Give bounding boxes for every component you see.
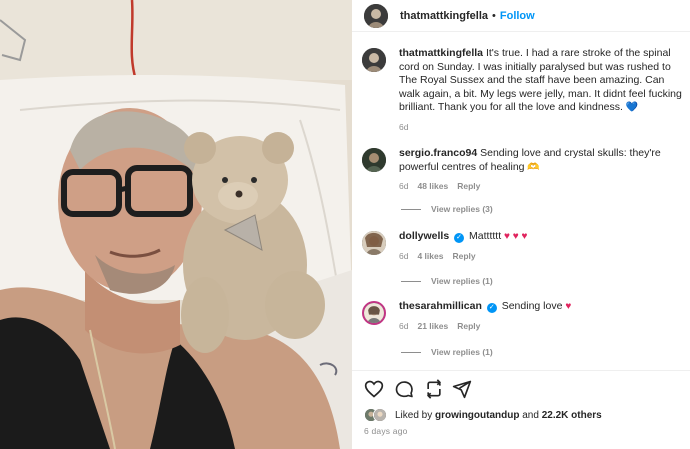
caption-author-avatar[interactable]: [362, 48, 386, 72]
view-replies-label: View replies (1): [431, 276, 493, 286]
comment-age: 6d: [399, 250, 409, 261]
comment-age: 6d: [399, 320, 409, 331]
separator-dot: •: [492, 9, 496, 22]
heart-hands-icon: 🫶: [527, 161, 540, 173]
comment-item: dollywells ✓ Matttttt ♥ ♥ ♥ 6d 4 likes R…: [362, 230, 682, 263]
caption: thatmattkingfella It's true. I had a rar…: [362, 47, 682, 134]
post-detail-panel: thatmattkingfella • Follow thatmattkingf…: [352, 0, 690, 449]
likes-summary: Liked by growingoutandup and 22.2K other…: [364, 408, 602, 422]
heart-icon[interactable]: [364, 379, 384, 399]
comment-likes[interactable]: 48 likes: [417, 180, 448, 194]
view-replies-label: View replies (3): [431, 204, 493, 214]
send-icon[interactable]: [452, 379, 472, 399]
heart-emoji-icon: ♥: [565, 301, 572, 312]
commenter-avatar[interactable]: [362, 301, 386, 325]
divider: [401, 280, 421, 282]
verified-badge-icon: ✓: [486, 303, 497, 313]
divider: [401, 351, 421, 353]
post-header: thatmattkingfella • Follow: [352, 0, 690, 32]
liked-by-conj: and: [522, 409, 539, 421]
comment-item: thesarahmillican ✓ Sending love ♥ 6d 21 …: [362, 300, 682, 333]
comment-icon[interactable]: [394, 379, 414, 399]
comment-item: sergio.franco94 Sending love and crystal…: [362, 147, 682, 194]
reply-button[interactable]: Reply: [457, 320, 480, 334]
comment-text: Sending love: [501, 300, 563, 312]
commenter-avatar[interactable]: [362, 231, 386, 255]
liked-by-others[interactable]: 22.2K others: [542, 410, 602, 421]
view-replies-label: View replies (1): [431, 347, 493, 357]
caption-age: 6d: [399, 121, 409, 132]
post-photo[interactable]: [0, 0, 352, 449]
reply-button[interactable]: Reply: [452, 250, 475, 264]
divider: [401, 208, 421, 210]
action-bar: [352, 370, 690, 405]
caption-username[interactable]: thatmattkingfella: [399, 47, 483, 59]
liker-avatar[interactable]: [373, 408, 387, 422]
comment-likes[interactable]: 4 likes: [417, 250, 443, 264]
view-replies-button[interactable]: View replies (1): [401, 347, 493, 357]
author-avatar[interactable]: [364, 3, 388, 28]
follow-button[interactable]: Follow: [500, 10, 535, 22]
commenter-avatar[interactable]: [362, 148, 386, 172]
commenter-username[interactable]: dollywells: [399, 230, 449, 242]
post-timestamp[interactable]: 6 days ago: [364, 426, 408, 436]
view-replies-button[interactable]: View replies (1): [401, 276, 493, 286]
reply-button[interactable]: Reply: [457, 180, 480, 194]
comment-likes[interactable]: 21 likes: [417, 320, 448, 334]
caption-body: thatmattkingfella It's true. I had a rar…: [399, 47, 682, 134]
author-username[interactable]: thatmattkingfella: [400, 10, 488, 22]
heart-emoji-icon: ♥ ♥ ♥: [504, 231, 528, 242]
comment-age: 6d: [399, 181, 409, 191]
liked-by-user[interactable]: growingoutandup: [435, 410, 519, 421]
commenter-username[interactable]: thesarahmillican: [399, 300, 482, 312]
commenter-username[interactable]: sergio.franco94: [399, 147, 477, 159]
view-replies-button[interactable]: View replies (3): [401, 204, 493, 214]
liked-by-prefix: Liked by: [395, 409, 433, 421]
repost-icon[interactable]: [424, 379, 444, 399]
verified-badge-icon: ✓: [454, 233, 465, 243]
post-photo-illustration: [0, 0, 352, 449]
comment-text: Matttttt: [469, 230, 502, 242]
blue-heart-icon: 💙: [625, 102, 639, 113]
